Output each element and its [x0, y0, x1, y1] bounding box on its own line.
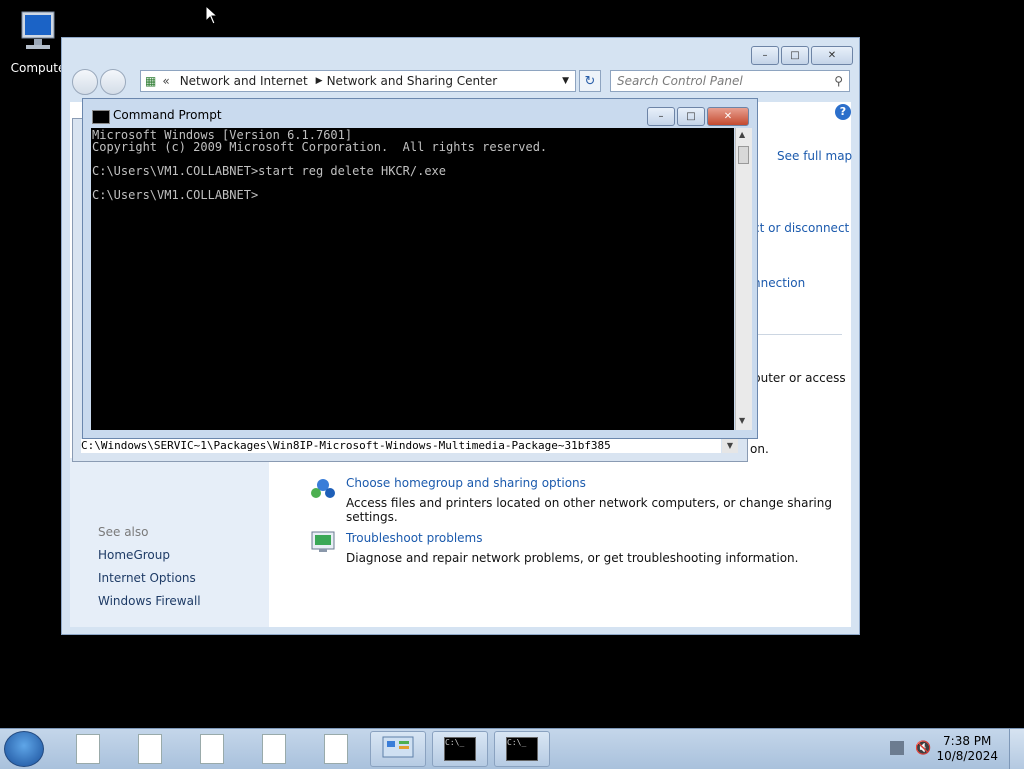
homegroup-sharing-desc: Access files and printers located on oth…	[346, 496, 832, 524]
troubleshoot-desc: Diagnose and repair network problems, or…	[346, 551, 799, 565]
taskbar-document-icon[interactable]	[246, 731, 302, 767]
clock-time: 7:38 PM	[943, 734, 992, 748]
taskbar-document-icon[interactable]	[184, 731, 240, 767]
cmd-maximize-button[interactable]: □	[677, 107, 705, 126]
internet-options-link[interactable]: Internet Options	[98, 571, 196, 585]
console-output[interactable]: Microsoft Windows [Version 6.1.7601] Copy…	[91, 128, 734, 430]
clock[interactable]: 7:38 PM 10/8/2024	[936, 734, 998, 764]
see-full-map-link[interactable]: See full map	[777, 149, 852, 163]
windows-firewall-link[interactable]: Windows Firewall	[98, 594, 201, 608]
minimize-button[interactable]: –	[751, 46, 779, 65]
partial-text: on.	[750, 442, 769, 456]
cmd-window-icon	[92, 110, 110, 124]
scroll-thumb[interactable]	[738, 146, 749, 164]
control-panel-icon: ▦	[145, 74, 157, 88]
forward-button[interactable]	[100, 69, 126, 95]
cmd-close-button[interactable]: ✕	[707, 107, 749, 126]
search-placeholder: Search Control Panel	[617, 74, 743, 88]
window-controls: – □ ✕	[751, 46, 853, 65]
homegroup-sharing-link[interactable]: Choose homegroup and sharing options	[346, 476, 586, 490]
address-bar[interactable]: ▦ « Network and Internet ▶ Network and S…	[140, 70, 576, 92]
back-button[interactable]	[72, 69, 98, 95]
cmd-scrollbar[interactable]: ▲ ▼	[735, 128, 752, 430]
partial-text: puter or access	[753, 371, 846, 385]
cmd-minimize-button[interactable]: –	[647, 107, 675, 126]
scroll-up-icon[interactable]: ▲	[739, 130, 745, 139]
see-also-heading: See also	[98, 525, 149, 539]
close-button[interactable]: ✕	[811, 46, 853, 65]
refresh-icon[interactable]: ↻	[579, 70, 601, 92]
scroll-down-icon[interactable]: ▼	[739, 416, 745, 425]
homegroup-link[interactable]: HomeGroup	[98, 548, 170, 562]
connect-disconnect-link[interactable]: ct or disconnect	[753, 221, 849, 235]
show-desktop-button[interactable]	[1009, 729, 1024, 769]
troubleshoot-link[interactable]: Troubleshoot problems	[346, 531, 482, 545]
console-line: C:\Users\VM1.COLLABNET>	[92, 188, 259, 202]
troubleshoot-icon	[311, 531, 335, 552]
start-button[interactable]	[4, 731, 44, 767]
help-icon[interactable]: ?	[835, 104, 851, 120]
command-prompt-window: Command Prompt – □ ✕ Microsoft Windows […	[82, 98, 758, 439]
search-icon[interactable]: ⚲	[834, 74, 843, 88]
scroll-down-icon[interactable]: ▼	[722, 439, 738, 453]
breadcrumb-network-internet[interactable]: Network and Internet	[176, 74, 316, 88]
console-line: C:\Users\VM1.COLLABNET>start reg delete …	[92, 164, 447, 178]
network-tray-icon[interactable]	[890, 741, 904, 755]
search-input[interactable]: Search Control Panel ⚲	[610, 70, 850, 92]
connection-link[interactable]: nnection	[753, 276, 805, 290]
background-path-text: C:\Windows\SERVIC~1\Packages\Win8IP-Micr…	[81, 439, 721, 453]
divider	[752, 334, 842, 335]
volume-muted-icon[interactable]: 🔇	[915, 741, 931, 756]
taskbar-document-icon[interactable]	[122, 731, 178, 767]
cmd-window-title: Command Prompt	[113, 108, 222, 122]
breadcrumb-sharing-center[interactable]: Network and Sharing Center	[323, 74, 506, 88]
cmd-window-controls: – □ ✕	[647, 107, 749, 126]
monitor-icon	[21, 11, 55, 49]
maximize-button[interactable]: □	[781, 46, 809, 65]
taskbar-document-icon[interactable]	[60, 731, 116, 767]
taskbar-cmd-icon[interactable]: C:\_	[432, 731, 488, 767]
computer-icon-label: Compute	[10, 61, 66, 75]
dropdown-arrow-icon[interactable]: ▼	[562, 76, 575, 86]
taskbar-control-panel-icon[interactable]	[370, 731, 426, 767]
console-line: Copyright (c) 2009 Microsoft Corporation…	[92, 140, 548, 154]
homegroup-icon	[311, 479, 335, 498]
mouse-cursor-icon	[205, 5, 219, 25]
clock-date: 10/8/2024	[936, 749, 998, 763]
computer-desktop-icon[interactable]: Compute	[8, 8, 68, 75]
taskbar-document-icon[interactable]	[308, 731, 364, 767]
taskbar-cmd-icon[interactable]: C:\_	[494, 731, 550, 767]
taskbar: C:\_ C:\_ 🔇 7:38 PM 10/8/2024	[0, 728, 1024, 769]
